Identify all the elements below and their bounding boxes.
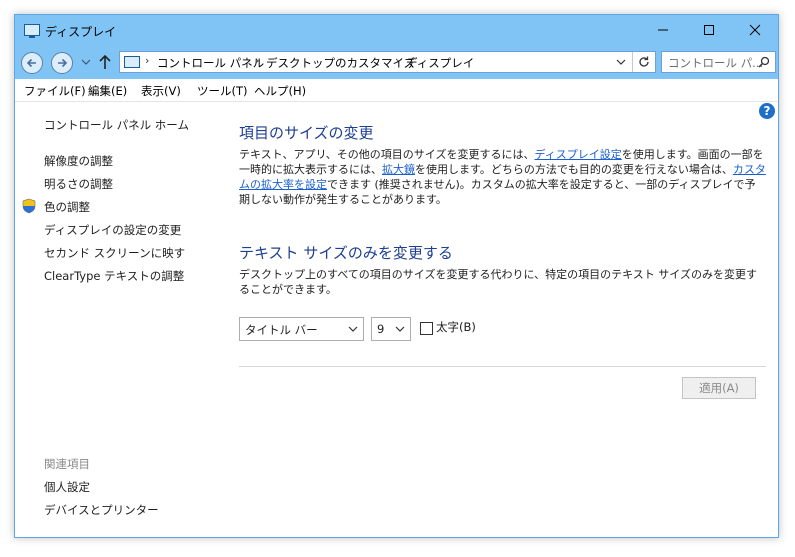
minimize-button[interactable] <box>640 15 686 45</box>
breadcrumb-separator-icon[interactable]: › <box>145 54 149 67</box>
bold-checkbox[interactable] <box>420 322 433 335</box>
close-button[interactable] <box>732 15 778 45</box>
sidebar-item-display-settings[interactable]: ディスプレイの設定の変更 <box>44 222 181 238</box>
related-heading: 関連項目 <box>44 457 90 471</box>
address-dropdown-icon[interactable] <box>616 58 626 66</box>
search-placeholder: コントロール パ... <box>668 56 764 70</box>
forward-button[interactable] <box>51 52 73 74</box>
chevron-down-icon <box>395 326 405 332</box>
menu-view[interactable]: 表示(V) <box>141 83 181 99</box>
recent-pages-chevron-icon[interactable] <box>81 58 91 66</box>
section-title-text-size: テキスト サイズのみを変更する <box>239 244 453 262</box>
help-icon[interactable]: ? <box>759 103 775 119</box>
address-bar[interactable]: › コントロール パネル › デスクトップのカスタマイズ › ディスプレイ <box>119 51 656 73</box>
menu-bar: ファイル(F) 編集(E) 表示(V) ツール(T) ヘルプ(H) <box>15 79 778 102</box>
desc-text-3: を使用します。どちらの方法でも目的の変更を行えない場合は、 <box>415 163 733 176</box>
arrow-right-icon <box>58 58 68 68</box>
close-icon <box>749 24 761 36</box>
breadcrumb-display[interactable]: ディスプレイ <box>406 55 474 71</box>
menu-tools[interactable]: ツール(T) <box>197 83 248 99</box>
up-arrow-icon[interactable] <box>98 54 112 70</box>
sidebar-item-second-screen[interactable]: セカンド スクリーンに映す <box>44 245 185 261</box>
menu-help[interactable]: ヘルプ(H) <box>254 83 306 99</box>
item-select-value: タイトル バー <box>245 323 318 337</box>
minimize-icon <box>658 29 668 31</box>
control-panel-icon <box>124 56 140 68</box>
sidebar-item-brightness[interactable]: 明るさの調整 <box>44 176 113 192</box>
display-settings-link[interactable]: ディスプレイ設定 <box>534 148 621 161</box>
maximize-button[interactable] <box>686 15 732 45</box>
text-size-description: デスクトップ上のすべての項目のサイズを変更する代わりに、特定の項目のテキスト サ… <box>239 268 757 296</box>
item-select[interactable]: タイトル バー <box>239 317 364 341</box>
divider <box>239 366 766 367</box>
search-icon[interactable] <box>758 56 770 68</box>
sidebar-item-color[interactable]: 色の調整 <box>44 199 90 215</box>
font-size-value: 9 <box>377 322 385 336</box>
back-button[interactable] <box>21 52 43 74</box>
font-size-select[interactable]: 9 <box>371 317 411 341</box>
breadcrumb-desktop-customize[interactable]: デスクトップのカスタマイズ <box>266 55 415 71</box>
title-bar: ディスプレイ <box>15 15 778 45</box>
window-title: ディスプレイ <box>45 25 117 39</box>
breadcrumb-control-panel[interactable]: コントロール パネル <box>157 55 264 71</box>
menu-file[interactable]: ファイル(F) <box>24 83 86 99</box>
magnifier-link[interactable]: 拡大鏡 <box>382 163 415 176</box>
navigation-bar: › コントロール パネル › デスクトップのカスタマイズ › ディスプレイ コン… <box>15 45 778 79</box>
desc-text-1: テキスト、アプリ、その他の項目のサイズを変更するには、 <box>239 148 535 161</box>
related-devices-printers[interactable]: デバイスとプリンター <box>44 502 159 518</box>
chevron-down-icon <box>348 326 358 332</box>
sidebar-control-panel-home[interactable]: コントロール パネル ホーム <box>44 117 189 133</box>
maximize-icon <box>704 25 714 35</box>
breadcrumb-separator-icon[interactable]: › <box>255 54 259 67</box>
item-size-description: テキスト、アプリ、その他の項目のサイズを変更するには、ディスプレイ設定を使用しま… <box>239 147 766 207</box>
search-input[interactable]: コントロール パ... <box>661 51 776 73</box>
sidebar-item-cleartype[interactable]: ClearType テキストの調整 <box>44 268 184 284</box>
apply-button[interactable]: 適用(A) <box>682 377 756 399</box>
bold-checkbox-label[interactable]: 太字(B) <box>436 319 476 335</box>
display-app-icon <box>24 24 40 38</box>
breadcrumb-separator-icon[interactable]: › <box>395 54 399 67</box>
uac-shield-icon <box>22 198 36 214</box>
menu-edit[interactable]: 編集(E) <box>88 83 127 99</box>
refresh-icon[interactable] <box>637 55 651 69</box>
arrow-left-icon <box>26 58 36 68</box>
related-personalization[interactable]: 個人設定 <box>44 479 90 495</box>
display-window: ディスプレイ › コントロール パネル › デスクトップのカスタマイズ › ディ… <box>14 14 779 538</box>
sidebar-item-resolution[interactable]: 解像度の調整 <box>44 153 113 169</box>
section-title-item-size: 項目のサイズの変更 <box>239 124 374 142</box>
